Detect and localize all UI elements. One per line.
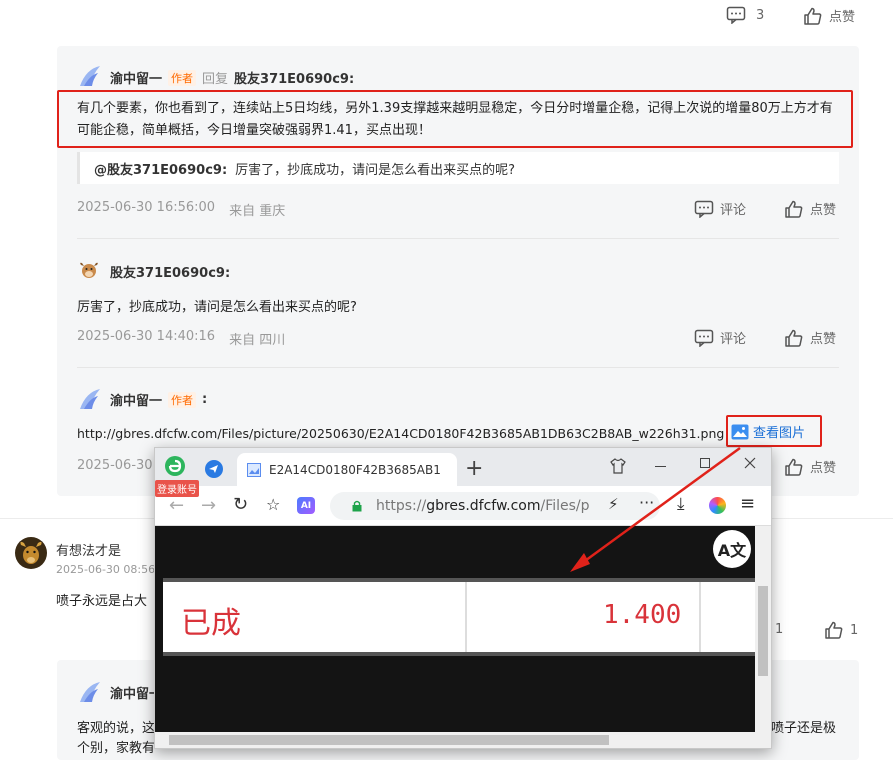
reply-text: 厉害了，抄底成功，请问是怎么看出来买点的呢?	[77, 300, 357, 315]
image-divider	[465, 582, 467, 652]
browser-logo-icon[interactable]	[163, 454, 187, 478]
vertical-scrollbar[interactable]	[755, 526, 771, 748]
author-badge: 作者	[168, 69, 197, 86]
colon: :	[202, 392, 208, 407]
like-label: 点赞	[810, 332, 837, 347]
comment-icon	[694, 200, 714, 218]
reply-text-line2-left: 个别，家教有	[77, 741, 156, 756]
url-prefix: https://	[376, 498, 427, 514]
comment-label: 评论	[720, 332, 747, 347]
reply-text-line1-left: 客观的说，这	[77, 721, 156, 736]
divider	[77, 367, 839, 368]
horizontal-scrollbar[interactable]	[155, 732, 755, 748]
send-icon[interactable]	[205, 460, 223, 478]
thumbs-up-icon	[785, 329, 803, 347]
quoted-comment: @股友371E0690c9: 厉害了，抄底成功，请问是怎么看出来买点的呢?	[77, 152, 839, 184]
reply-target-name[interactable]: 股友371E0690c9:	[234, 68, 354, 87]
reply-time: 2025-06-30 1	[77, 458, 165, 473]
like-label: 点赞	[810, 203, 837, 218]
comment-count: 3	[756, 7, 765, 23]
thumbs-up-icon	[825, 621, 843, 639]
url-host: gbres.dfcfw.com	[426, 498, 541, 514]
reply-author-name[interactable]: 渝中留一	[110, 68, 162, 87]
image-link-text[interactable]: http://gbres.dfcfw.com/Files/picture/202…	[77, 426, 724, 441]
reply-time: 2025-06-30 14:40:16	[77, 329, 216, 344]
image-divider	[699, 582, 701, 652]
reply-word: 回复	[202, 72, 229, 87]
author-avatar	[80, 66, 100, 86]
user-avatar	[15, 537, 47, 569]
image-status-text: 已成	[181, 606, 241, 641]
thumbs-up-icon	[804, 7, 822, 25]
comment-count: 1	[775, 622, 784, 637]
divider	[77, 238, 839, 239]
image-file-icon	[247, 462, 261, 477]
quoted-user[interactable]: @股友371E0690c9:	[94, 159, 227, 178]
new-tab-icon[interactable]: +	[465, 456, 483, 481]
preview-image: 已成 1.400	[163, 578, 755, 656]
comment-button[interactable]: 评论	[694, 199, 746, 218]
back-icon[interactable]: ←	[169, 495, 184, 516]
reply-author-name[interactable]: 渝中留一	[110, 390, 162, 409]
scrollbar-thumb[interactable]	[758, 586, 768, 676]
comment-count-button[interactable]: 3	[726, 6, 764, 24]
reply-time: 2025-06-30 16:56:00	[77, 200, 216, 215]
ai-label: AI	[300, 500, 312, 511]
cow-avatar	[80, 262, 98, 278]
post-time: 2025-06-30 08:56	[56, 563, 156, 576]
like-count: 1	[850, 622, 859, 638]
reply-author-name[interactable]: 股友371E0690c9:	[110, 262, 230, 281]
reply-location: 来自 四川	[229, 333, 286, 348]
annotation-arrow	[570, 446, 741, 572]
thumbs-up-icon	[785, 200, 803, 218]
reload-icon[interactable]: ↻	[233, 494, 248, 515]
like-button[interactable]: 点赞	[784, 328, 836, 347]
like-button[interactable]: 点赞	[784, 457, 836, 476]
like-label: 点赞	[829, 10, 856, 25]
browser-tab[interactable]: E2A14CD0180F42B3685AB1	[237, 453, 457, 486]
reply-location: 来自 重庆	[229, 204, 286, 219]
bookmark-star-icon[interactable]: ☆	[266, 495, 280, 514]
scrollbar-thumb[interactable]	[169, 735, 609, 745]
comment-count-button[interactable]: 1	[775, 622, 783, 637]
like-button[interactable]: 点赞	[784, 199, 836, 218]
image-price-value: 1.400	[603, 600, 682, 630]
highlight-box-text	[57, 90, 853, 148]
comment-label: 评论	[720, 203, 747, 218]
ai-assistant-icon[interactable]: AI	[297, 497, 315, 514]
login-badge[interactable]: 登录账号	[155, 480, 199, 497]
like-button[interactable]: 1	[824, 621, 858, 639]
comment-icon	[726, 6, 746, 24]
comment-icon	[694, 329, 714, 347]
reply-text-line1-right: 喷子还是极	[771, 721, 837, 736]
author-badge: 作者	[168, 391, 197, 408]
post-text: 喷子永远是占大	[56, 594, 148, 609]
forward-icon[interactable]: →	[201, 495, 216, 516]
like-label: 点赞	[810, 461, 837, 476]
post-author-name[interactable]: 有想法才是	[56, 540, 121, 559]
author-avatar	[80, 682, 100, 702]
thumbs-up-icon	[785, 458, 803, 476]
quoted-text: 厉害了，抄底成功，请问是怎么看出来买点的呢?	[235, 162, 516, 178]
tab-title: E2A14CD0180F42B3685AB1	[269, 462, 441, 477]
comment-button[interactable]: 评论	[694, 328, 746, 347]
author-avatar	[80, 389, 100, 409]
like-button[interactable]: 点赞	[803, 6, 855, 25]
lock-icon	[352, 500, 362, 512]
